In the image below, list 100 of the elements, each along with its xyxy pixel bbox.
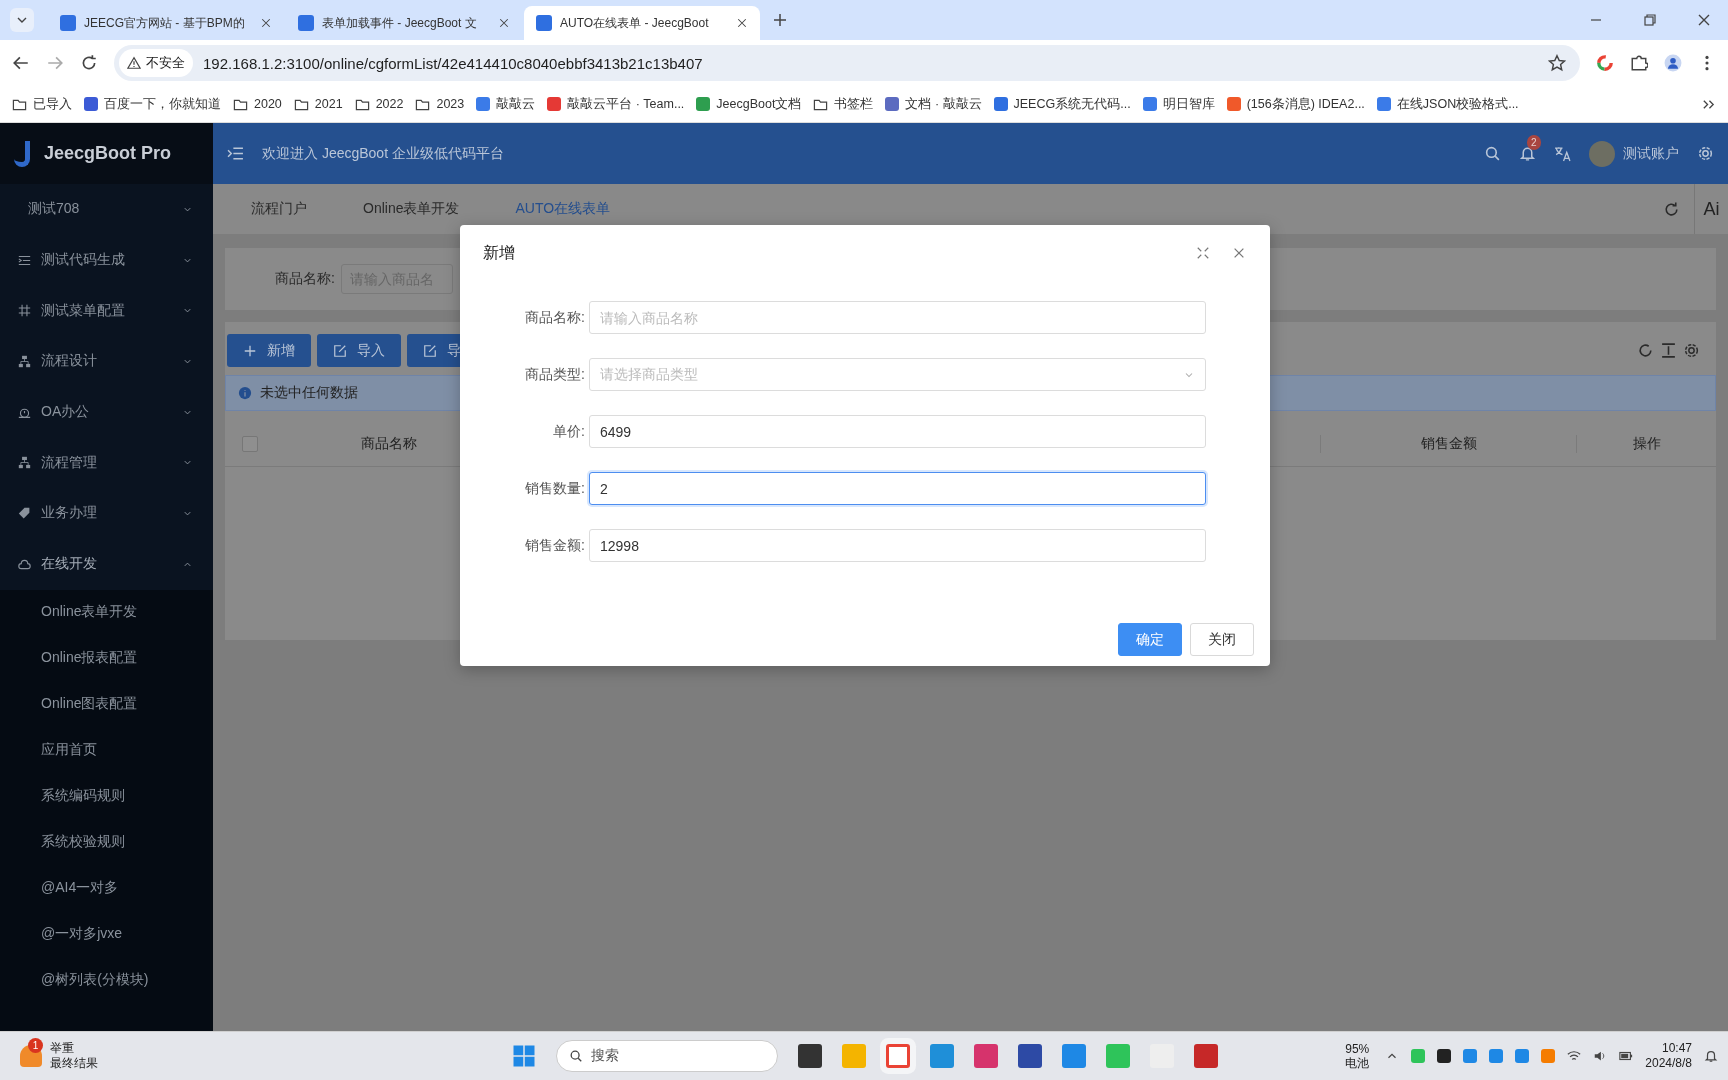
bookmark[interactable]: 敲敲云平台 · Team... xyxy=(547,95,685,113)
tray-app-icon[interactable] xyxy=(1437,1049,1452,1063)
forward-icon[interactable] xyxy=(46,54,64,72)
column-header: 操作 xyxy=(1576,434,1716,453)
favicon-icon[interactable] xyxy=(1142,97,1157,111)
submenu-item[interactable]: 应用首页 xyxy=(0,727,213,774)
close-icon[interactable] xyxy=(1696,12,1712,28)
tab-search-icon[interactable] xyxy=(10,8,34,32)
close-icon[interactable] xyxy=(736,17,748,29)
extensions-icon[interactable] xyxy=(1630,54,1648,72)
bookmark[interactable]: 文档 · 敲敲云 xyxy=(885,95,982,113)
bookmark[interactable]: (156条消息) IDEA2... xyxy=(1226,95,1365,113)
bookmark[interactable]: 书签栏 xyxy=(813,95,874,113)
column-header: 商品名称 xyxy=(360,434,418,453)
info-icon xyxy=(238,386,252,400)
menu-item[interactable]: 业务办理 xyxy=(0,488,213,539)
submenu-item[interactable]: Online表单开发 xyxy=(0,589,213,636)
input-field[interactable]: 6499 xyxy=(589,415,1206,448)
translate-icon[interactable] xyxy=(1554,145,1571,162)
browser-tab[interactable]: JEECG官方网站 - 基于BPM的 xyxy=(48,6,284,40)
menu-label: 测试708 xyxy=(28,200,81,219)
widget-title: 举重 xyxy=(50,1041,75,1056)
fullscreen-icon[interactable] xyxy=(1196,246,1210,260)
favicon-icon[interactable] xyxy=(1376,97,1391,111)
row-height-icon[interactable] xyxy=(1660,342,1677,359)
menu-toggle-icon[interactable] xyxy=(227,145,244,162)
dialog-title: 新增 xyxy=(483,242,515,263)
close-icon[interactable] xyxy=(1232,246,1246,260)
ai-button[interactable]: Ai xyxy=(1694,184,1728,234)
select-all-checkbox[interactable] xyxy=(242,435,258,452)
bookmark[interactable]: 2020 xyxy=(233,96,282,112)
search-field[interactable]: 搜索 xyxy=(556,1040,778,1072)
favicon-icon[interactable] xyxy=(476,97,491,111)
security-chip[interactable]: 不安全 xyxy=(119,49,193,77)
submenu-item[interactable]: @AI4一对多 xyxy=(0,864,213,911)
reload-icon[interactable] xyxy=(80,54,98,72)
notifications-icon[interactable] xyxy=(1704,1049,1718,1063)
settings-icon[interactable] xyxy=(1683,342,1700,359)
widget-button[interactable]: 1 举重 最终结果 xyxy=(10,1041,310,1071)
tab-title: JEECG官方网站 - 基于BPM的 xyxy=(84,14,246,32)
refresh-icon[interactable] xyxy=(1637,342,1654,359)
submenu-item[interactable]: 系统编码规则 xyxy=(0,773,213,819)
menu-item[interactable]: 在线开发 xyxy=(0,538,213,590)
close-icon[interactable] xyxy=(260,17,272,29)
search-icon[interactable] xyxy=(1484,145,1501,162)
restore-icon[interactable] xyxy=(1642,12,1658,28)
toolbar-button[interactable]: 新增 xyxy=(227,334,311,367)
bell-icon[interactable] xyxy=(1519,145,1536,162)
bookmark-star-icon[interactable] xyxy=(1548,54,1566,72)
menu-item[interactable]: 测试708 xyxy=(0,184,213,235)
alert-text: 未选中任何数据 xyxy=(260,384,358,402)
menu-item[interactable]: 流程管理 xyxy=(0,437,213,489)
menu-item[interactable]: 测试代码生成 xyxy=(0,234,213,286)
page-tab[interactable]: 流程门户 xyxy=(251,200,307,218)
close-button[interactable]: 关闭 xyxy=(1190,623,1254,656)
submenu-item[interactable]: @树列表(分模块) xyxy=(0,956,213,1003)
bookmark[interactable]: 在线JSON校验格式... xyxy=(1376,95,1519,113)
favicon-icon[interactable] xyxy=(993,97,1008,111)
battery-percent: 95% xyxy=(1345,1042,1370,1056)
close-icon[interactable] xyxy=(498,17,510,29)
bookmark[interactable]: JeecgBoot文档 xyxy=(696,95,802,113)
page-tab[interactable]: Online表单开发 xyxy=(363,200,460,218)
bookmark[interactable]: 百度一下，你就知道 xyxy=(84,95,221,113)
bookmark[interactable]: 2022 xyxy=(354,96,404,112)
toolbar-button[interactable]: 导入 xyxy=(317,334,401,367)
input-field[interactable]: 2 xyxy=(589,472,1206,505)
input-field[interactable]: 请输入商品名称 xyxy=(589,301,1206,334)
favicon-icon[interactable] xyxy=(84,97,98,111)
brand-name: JeecgBoot Pro xyxy=(44,143,172,164)
bookmark[interactable]: 敲敲云 xyxy=(476,95,536,113)
input-field[interactable]: 12998 xyxy=(589,529,1206,562)
wifi-icon[interactable] xyxy=(1567,1049,1582,1063)
bookmark[interactable]: 2021 xyxy=(293,96,343,112)
menu-item[interactable]: OA办公 xyxy=(0,386,213,438)
browser-tab[interactable]: 表单加载事件 - JeecgBoot 文 xyxy=(286,6,522,40)
favicon-icon[interactable] xyxy=(696,97,711,111)
favicon-icon[interactable] xyxy=(1226,97,1241,111)
menu-item[interactable]: 流程设计 xyxy=(0,336,213,387)
user-name[interactable]: 测试账户 xyxy=(1623,144,1679,163)
submenu-item[interactable]: @一对多jvxe xyxy=(0,910,213,957)
bookmark[interactable]: 2023 xyxy=(415,96,465,112)
favicon-icon[interactable] xyxy=(885,97,900,111)
refresh-icon[interactable] xyxy=(1663,200,1680,218)
bookmark[interactable]: 明日智库 xyxy=(1142,95,1215,113)
start-icon[interactable] xyxy=(512,1044,536,1068)
extension-icon[interactable] xyxy=(1596,54,1614,72)
back-icon[interactable] xyxy=(12,54,30,72)
submenu-item[interactable]: Online图表配置 xyxy=(0,681,213,728)
bookmark[interactable]: 已导入 xyxy=(12,95,72,113)
battery-icon[interactable] xyxy=(1619,1049,1634,1063)
profile-icon[interactable] xyxy=(1664,54,1682,72)
submenu-item[interactable]: Online报表配置 xyxy=(0,635,213,682)
submenu-item[interactable]: 系统校验规则 xyxy=(0,818,213,865)
menu-item[interactable]: 测试菜单配置 xyxy=(0,285,213,337)
favicon-icon[interactable] xyxy=(547,97,562,111)
menu-label: 在线开发 xyxy=(41,555,98,574)
address-bar[interactable]: 不安全 192.168.1.2:3100/online/cgformList/42e414410c8040ebbf3413b21c13b407 xyxy=(114,45,1580,81)
new-tab-icon[interactable] xyxy=(772,12,788,28)
bookmark[interactable]: JEECG系统无代码... xyxy=(993,95,1131,113)
browser-tab[interactable]: AUTO在线表单 - JeecgBoot xyxy=(524,6,760,40)
